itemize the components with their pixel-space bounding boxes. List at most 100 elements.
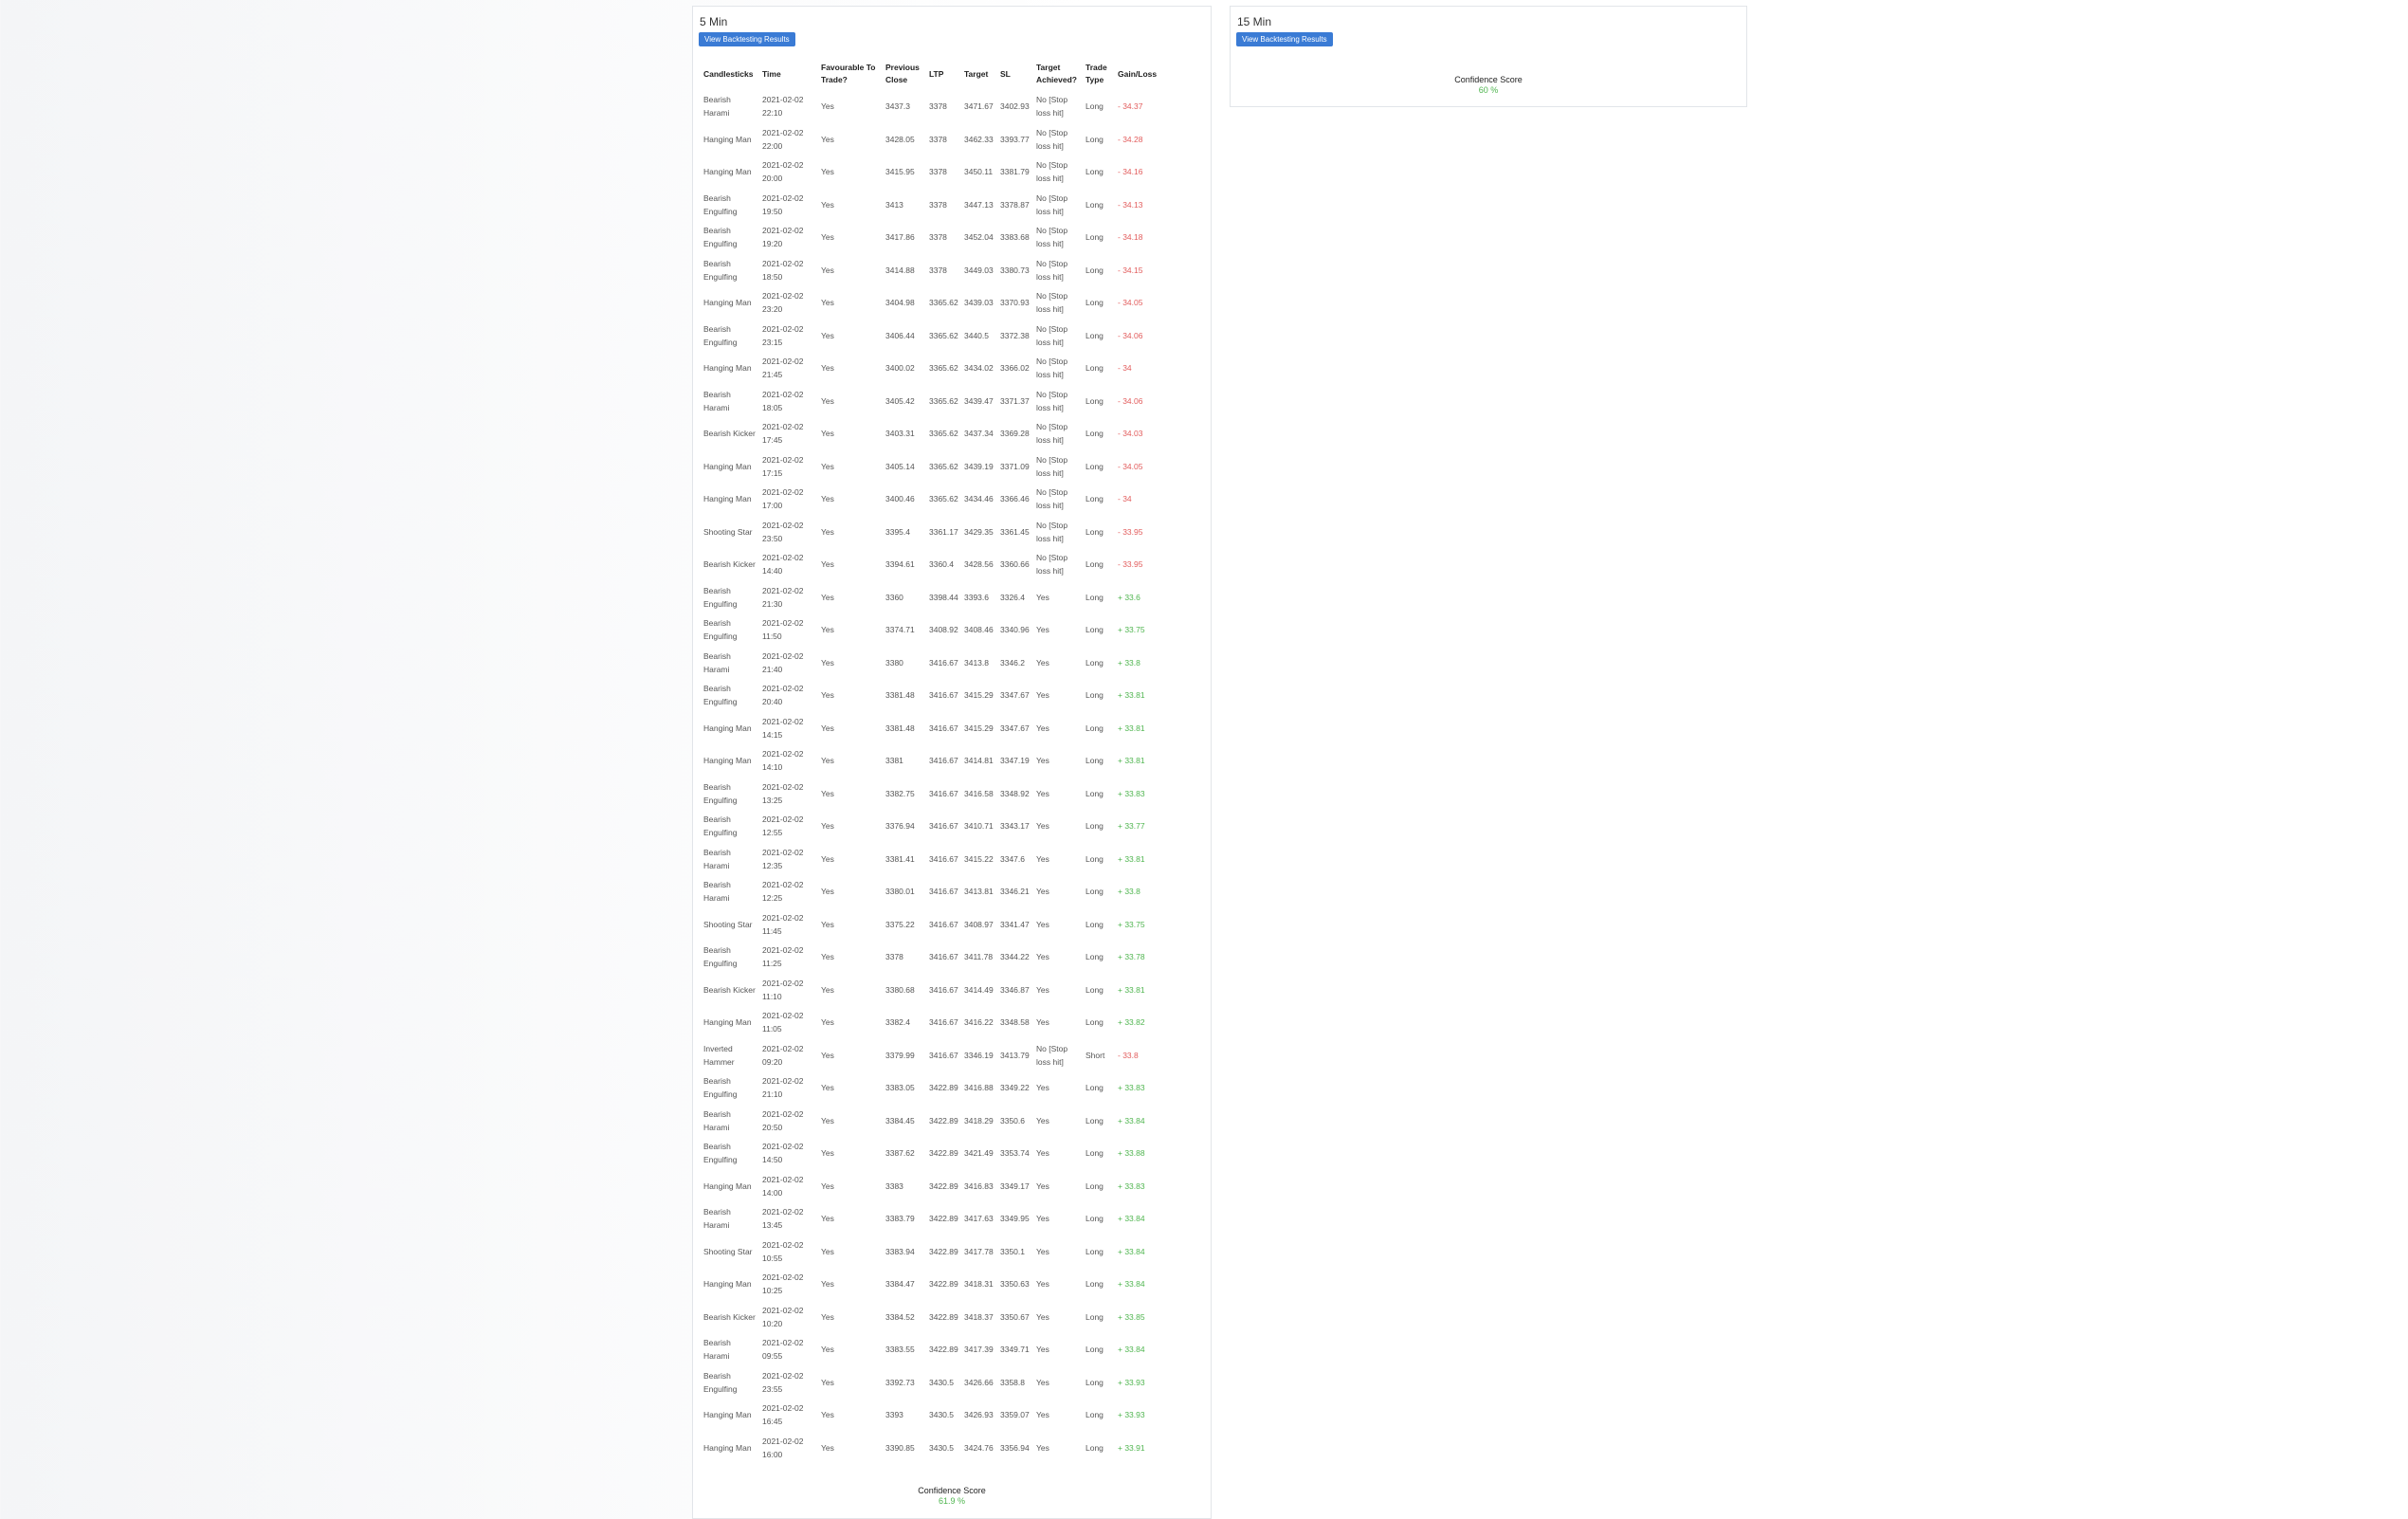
cell-target-achieved: Yes	[1036, 1410, 1049, 1420]
cell-favourable: Yes	[821, 984, 834, 995]
cell-ltp: 3416.67	[929, 756, 958, 766]
cell-gain-loss: + 33.83	[1118, 1083, 1145, 1093]
cell-favourable: Yes	[821, 526, 834, 537]
cell-target-achieved: Yes	[1036, 1345, 1049, 1355]
cell-sl: 3349.17	[1000, 1180, 1030, 1191]
cell-favourable: Yes	[821, 167, 834, 177]
cell-favourable: Yes	[821, 395, 834, 406]
cell-ltp: 3422.89	[929, 1246, 958, 1256]
cell-target: 3439.03	[964, 298, 994, 308]
cell-trade-type: Long	[1085, 265, 1104, 275]
cell-time: 2021-02-02 09:20	[762, 1043, 804, 1067]
cell-target: 3440.5	[964, 330, 989, 340]
cell-target-achieved: Yes	[1036, 723, 1049, 733]
cell-previous-close: 3378	[885, 952, 903, 962]
cell-sl: 3350.67	[1000, 1311, 1030, 1322]
cell-target: 3417.78	[964, 1246, 994, 1256]
cell-gain-loss: - 34.05	[1118, 298, 1143, 308]
cell-sl: 3346.2	[1000, 657, 1025, 668]
cell-target-achieved: Yes	[1036, 657, 1049, 668]
table-row: Bearish Engulfing 2021-02-02 18:50 Yes 3414…	[702, 254, 1160, 287]
cell-candlestick: Hanging Man	[703, 1410, 752, 1420]
cell-target-achieved: No [Stop loss hit]	[1036, 454, 1068, 478]
cell-ltp: 3365.62	[929, 461, 958, 471]
cell-ltp: 3422.89	[929, 1083, 958, 1093]
cell-gain-loss: + 33.93	[1118, 1377, 1145, 1387]
cell-ltp: 3416.67	[929, 984, 958, 995]
cell-time: 2021-02-02 14:10	[762, 749, 804, 773]
cell-time: 2021-02-02 12:25	[762, 880, 804, 904]
cell-sl: 3348.58	[1000, 1017, 1030, 1028]
cell-ltp: 3365.62	[929, 395, 958, 406]
table-row: Bearish Engulfing 2021-02-02 20:40 Yes 3381…	[702, 679, 1160, 712]
cell-previous-close: 3383.05	[885, 1083, 915, 1093]
cell-gain-loss: + 33.84	[1118, 1246, 1145, 1256]
cell-sl: 3347.67	[1000, 723, 1030, 733]
cell-sl: 3371.37	[1000, 395, 1030, 406]
cell-sl: 3378.87	[1000, 199, 1030, 210]
cell-target-achieved: Yes	[1036, 952, 1049, 962]
cell-ltp: 3430.5	[929, 1377, 954, 1387]
panel-title: 5 Min	[700, 15, 728, 28]
cell-gain-loss: - 34.13	[1118, 199, 1143, 210]
table-row: Hanging Man 2021-02-02 23:20 Yes 3404.98 336…	[702, 286, 1160, 320]
cell-trade-type: Long	[1085, 167, 1104, 177]
cell-gain-loss: - 33.8	[1118, 1050, 1139, 1060]
table-row: Bearish Kicker 2021-02-02 11:10 Yes 3380.68…	[702, 974, 1160, 1007]
cell-previous-close: 3381.48	[885, 690, 915, 701]
table-row: Bearish Harami 2021-02-02 22:10 Yes 3437.3 3…	[702, 90, 1160, 123]
cell-favourable: Yes	[821, 265, 834, 275]
cell-target-achieved: Yes	[1036, 1246, 1049, 1256]
cell-time: 2021-02-02 12:35	[762, 847, 804, 870]
cell-trade-type: Long	[1085, 1311, 1104, 1322]
cell-target: 3413.8	[964, 657, 989, 668]
cell-trade-type: Long	[1085, 853, 1104, 864]
cell-previous-close: 3406.44	[885, 330, 915, 340]
table-row: Bearish Harami 2021-02-02 20:50 Yes 3384.45…	[702, 1105, 1160, 1138]
table-row: Bearish Engulfing 2021-02-02 23:15 Yes 3406…	[702, 320, 1160, 353]
cell-target-achieved: No [Stop loss hit]	[1036, 160, 1068, 184]
cell-time: 2021-02-02 14:15	[762, 716, 804, 740]
view-backtesting-results-button[interactable]: View Backtesting Results	[1236, 32, 1333, 46]
cell-trade-type: Long	[1085, 1115, 1104, 1126]
cell-favourable: Yes	[821, 592, 834, 602]
view-backtesting-results-button[interactable]: View Backtesting Results	[699, 32, 795, 46]
cell-sl: 3372.38	[1000, 330, 1030, 340]
cell-sl: 3358.8	[1000, 1377, 1025, 1387]
cell-favourable: Yes	[821, 1410, 834, 1420]
cell-ltp: 3416.67	[929, 919, 958, 929]
cell-favourable: Yes	[821, 1377, 834, 1387]
cell-target-achieved: Yes	[1036, 887, 1049, 897]
cell-candlestick: Shooting Star	[703, 1246, 753, 1256]
cell-ltp: 3416.67	[929, 1017, 958, 1028]
cell-target-achieved: Yes	[1036, 625, 1049, 635]
confidence-score-value: 61.9 %	[938, 1496, 966, 1506]
cell-trade-type: Long	[1085, 984, 1104, 995]
cell-time: 2021-02-02 14:40	[762, 553, 804, 576]
cell-target-achieved: No [Stop loss hit]	[1036, 127, 1068, 151]
cell-gain-loss: + 33.84	[1118, 1345, 1145, 1355]
cell-time: 2021-02-02 18:05	[762, 389, 804, 412]
cell-gain-loss: + 33.77	[1118, 821, 1145, 832]
cell-trade-type: Long	[1085, 1279, 1104, 1290]
cell-candlestick: Shooting Star	[703, 526, 753, 537]
cell-sl: 3341.47	[1000, 919, 1030, 929]
cell-gain-loss: + 33.81	[1118, 723, 1145, 733]
cell-previous-close: 3375.22	[885, 919, 915, 929]
cell-candlestick: Bearish Harami	[703, 1108, 731, 1132]
col-header-target-achieved: Target Achieved?	[1036, 63, 1077, 84]
cell-gain-loss: - 34.15	[1118, 265, 1143, 275]
cell-target-achieved: No [Stop loss hit]	[1036, 323, 1068, 347]
cell-gain-loss: - 34.28	[1118, 134, 1143, 144]
cell-favourable: Yes	[821, 1246, 834, 1256]
cell-candlestick: Bearish Engulfing	[703, 684, 738, 707]
cell-ltp: 3360.4	[929, 559, 954, 570]
table-row: Bearish Kicker 2021-02-02 14:40 Yes 3394.61…	[702, 548, 1160, 581]
cell-target: 3439.19	[964, 461, 994, 471]
cell-favourable: Yes	[821, 919, 834, 929]
cell-candlestick: Bearish Engulfing	[703, 1142, 738, 1165]
cell-gain-loss: + 33.84	[1118, 1214, 1145, 1224]
cell-ltp: 3416.67	[929, 690, 958, 701]
cell-time: 2021-02-02 23:50	[762, 520, 804, 543]
table-row: Bearish Kicker 2021-02-02 10:20 Yes 3384.52…	[702, 1301, 1160, 1334]
